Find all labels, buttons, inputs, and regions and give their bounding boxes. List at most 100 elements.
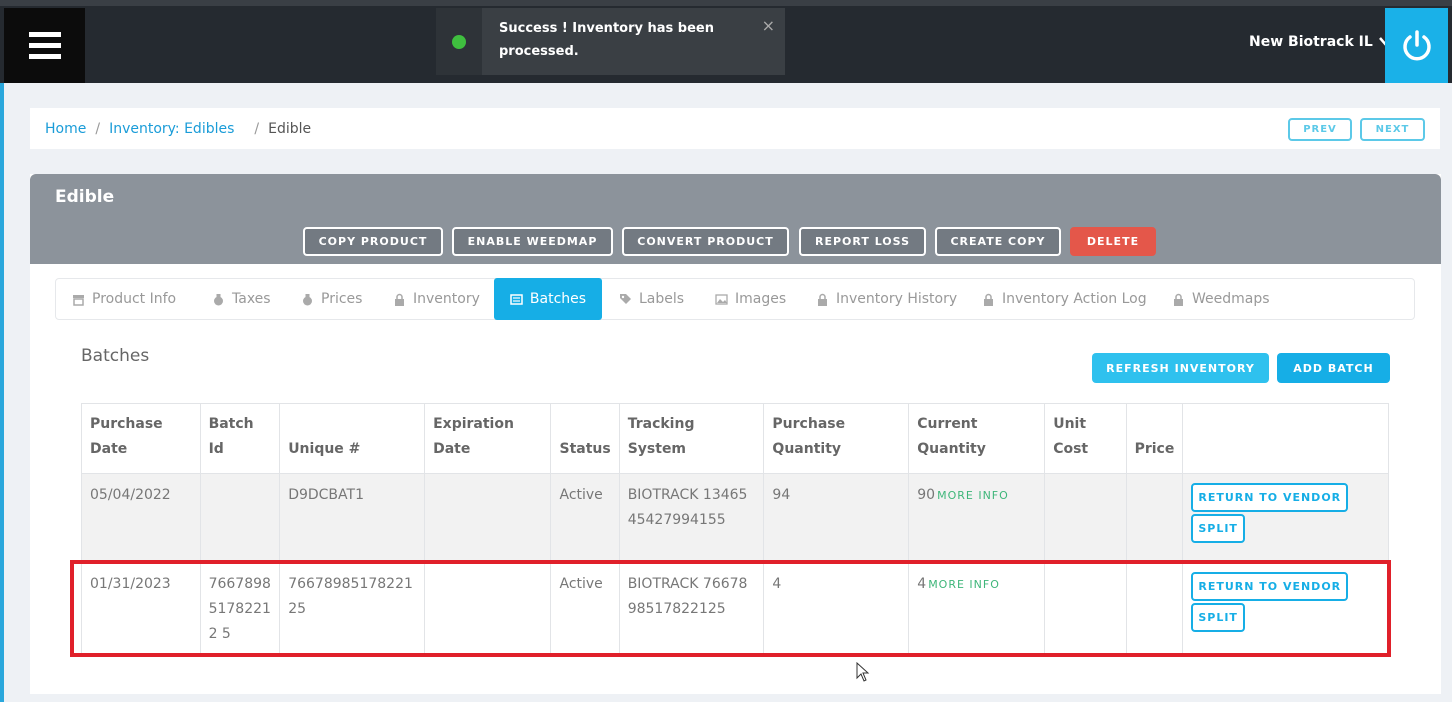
cell-purchase-date: 01/31/2023 (81, 562, 201, 654)
col-unique[interactable]: Unique # (279, 403, 426, 474)
convert-product-button[interactable]: CONVERT PRODUCT (622, 227, 789, 256)
mouse-cursor-icon (856, 662, 870, 682)
tab-label: Product Info (92, 291, 177, 307)
cell-status: Active (550, 473, 620, 563)
tab-inventory-action-log[interactable]: Inventory Action Log (982, 279, 1147, 319)
tab-label: Weedmaps (1192, 291, 1270, 307)
breadcrumb-home[interactable]: Home (45, 121, 86, 137)
tab-inventory-history[interactable]: Inventory History (816, 279, 957, 319)
copy-product-button[interactable]: COPY PRODUCT (303, 227, 443, 256)
breadcrumb-separator: / (254, 120, 260, 137)
store-name: New Biotrack IL (1249, 34, 1373, 50)
split-button[interactable]: SPLIT (1191, 603, 1245, 632)
success-toast: Success ! Inventory has been processed. … (482, 8, 785, 75)
top-edge (0, 0, 1452, 6)
return-to-vendor-button[interactable]: RETURN TO VENDOR (1191, 572, 1349, 601)
breadcrumb-current: Edible (268, 120, 312, 137)
power-icon (1402, 29, 1431, 60)
cell-tracking-system: BIOTRACK 1346545427994155 (618, 473, 765, 563)
lock-icon (1174, 293, 1183, 306)
moneybag-icon (214, 293, 223, 305)
next-button[interactable]: NEXT (1360, 118, 1425, 141)
cell-price (1125, 562, 1184, 654)
lock-icon (818, 293, 827, 306)
tab-label: Taxes (232, 291, 271, 307)
enable-weedmap-button[interactable]: ENABLE WEEDMAP (452, 227, 613, 256)
menu-button[interactable] (4, 8, 85, 83)
tag-icon (620, 293, 631, 304)
cell-unique: 7667898517822125 (279, 562, 426, 654)
cell-expiration-date (424, 562, 552, 654)
success-dot-icon (452, 34, 466, 49)
store-selector[interactable]: New Biotrack IL (1249, 34, 1393, 50)
tab-taxes[interactable]: Taxes (212, 279, 271, 319)
table-header-row: Purchase Date Batch Id Unique # Expirati… (81, 403, 1389, 474)
hamburger-icon-line (28, 32, 61, 37)
refresh-inventory-button[interactable]: REFRESH INVENTORY (1092, 353, 1269, 383)
more-info-link[interactable]: MORE INFO (928, 578, 1000, 591)
add-batch-button[interactable]: ADD BATCH (1277, 353, 1390, 383)
toast-status (436, 8, 482, 75)
cell-purchase-quantity: 94 (763, 473, 910, 563)
lock-icon (395, 293, 404, 306)
col-actions (1182, 403, 1389, 474)
col-current-quantity[interactable]: Current Quantity (908, 403, 1046, 474)
tab-prices[interactable]: Prices (301, 279, 362, 319)
cell-batch-id (199, 473, 281, 563)
tab-label: Prices (321, 291, 363, 307)
product-panel: Edible COPY PRODUCT ENABLE WEEDMAP CONVE… (30, 174, 1441, 694)
logout-button[interactable] (1385, 8, 1448, 83)
tab-inventory[interactable]: Inventory (393, 279, 480, 319)
tab-label: Labels (639, 291, 685, 307)
toast-close-icon[interactable]: × (762, 14, 775, 37)
col-unit-cost[interactable]: Unit Cost (1044, 403, 1127, 474)
image-icon (715, 293, 728, 305)
cell-purchase-date: 05/04/2022 (81, 473, 201, 563)
tab-label: Inventory History (836, 291, 958, 307)
col-tracking-system[interactable]: Tracking System (618, 403, 765, 474)
return-to-vendor-button[interactable]: RETURN TO VENDOR (1191, 483, 1349, 512)
tab-batches[interactable]: Batches (494, 278, 602, 320)
report-loss-button[interactable]: REPORT LOSS (799, 227, 926, 256)
tab-product-info[interactable]: Product Info (72, 279, 176, 319)
delete-button[interactable]: DELETE (1070, 227, 1156, 256)
toast-message: Success ! Inventory has been processed. (499, 21, 714, 59)
batches-table: Purchase Date Batch Id Unique # Expirati… (81, 403, 1389, 654)
more-info-link[interactable]: MORE INFO (937, 489, 1009, 502)
cell-actions: RETURN TO VENDOR SPLIT (1182, 562, 1389, 654)
store-icon (73, 294, 84, 306)
breadcrumb-category[interactable]: Inventory: Edibles (109, 121, 234, 137)
col-price[interactable]: Price (1125, 403, 1184, 474)
cell-purchase-quantity: 4 (763, 562, 910, 654)
cell-unit-cost (1044, 562, 1127, 654)
cell-tracking-system: BIOTRACK 7667898517822125 (618, 562, 765, 654)
tab-images[interactable]: Images (715, 279, 786, 319)
left-accent (0, 83, 4, 702)
tab-weedmaps[interactable]: Weedmaps (1172, 279, 1270, 319)
create-copy-button[interactable]: CREATE COPY (935, 227, 1061, 256)
split-button[interactable]: SPLIT (1191, 514, 1245, 543)
col-batch-id[interactable]: Batch Id (199, 403, 281, 474)
tab-label: Batches (529, 291, 587, 307)
cell-unique: D9DCBAT1 (279, 473, 426, 563)
tab-label: Inventory (413, 291, 480, 307)
current-quantity-value: 4 (917, 576, 927, 592)
col-status[interactable]: Status (550, 403, 620, 474)
cell-expiration-date (424, 473, 552, 563)
col-expiration-date[interactable]: Expiration Date (424, 403, 552, 474)
current-quantity-value: 90 (917, 487, 936, 503)
col-purchase-date[interactable]: Purchase Date (81, 403, 201, 474)
top-bar: Success ! Inventory has been processed. … (0, 0, 1452, 83)
cell-current-quantity: 4 MORE INFO (908, 562, 1046, 654)
col-purchase-quantity[interactable]: Purchase Quantity (763, 403, 910, 474)
product-tabs: Product Info Taxes Prices Inventory Batc… (55, 278, 1415, 320)
cell-price (1125, 473, 1184, 563)
tab-label: Inventory Action Log (1002, 291, 1147, 307)
cell-current-quantity: 90 MORE INFO (908, 473, 1046, 563)
batches-icon (510, 293, 523, 305)
tab-label: Images (735, 291, 787, 307)
tab-labels[interactable]: Labels (619, 279, 684, 319)
cell-status: Active (550, 562, 620, 654)
prev-button[interactable]: PREV (1288, 118, 1352, 141)
hamburger-icon-line (28, 43, 61, 48)
